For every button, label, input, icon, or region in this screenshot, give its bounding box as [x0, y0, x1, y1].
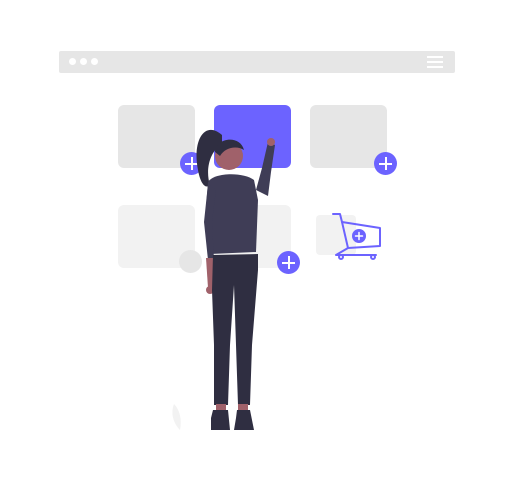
- browser-title-bar: [59, 51, 455, 73]
- add-to-cart-button[interactable]: [374, 152, 397, 175]
- add-to-cart-button[interactable]: [180, 152, 203, 175]
- hamburger-menu-icon[interactable]: [427, 56, 443, 68]
- window-dot-icon: [69, 58, 76, 65]
- product-card-selected[interactable]: [214, 105, 291, 168]
- window-dot-icon: [91, 58, 98, 65]
- add-to-cart-button[interactable]: [277, 251, 300, 274]
- product-card[interactable]: [316, 215, 356, 255]
- window-dot-icon: [80, 58, 87, 65]
- add-button-faded[interactable]: [179, 250, 202, 273]
- woman-selecting-card-figure: [196, 129, 275, 430]
- plant-leaf-icon: [172, 404, 181, 430]
